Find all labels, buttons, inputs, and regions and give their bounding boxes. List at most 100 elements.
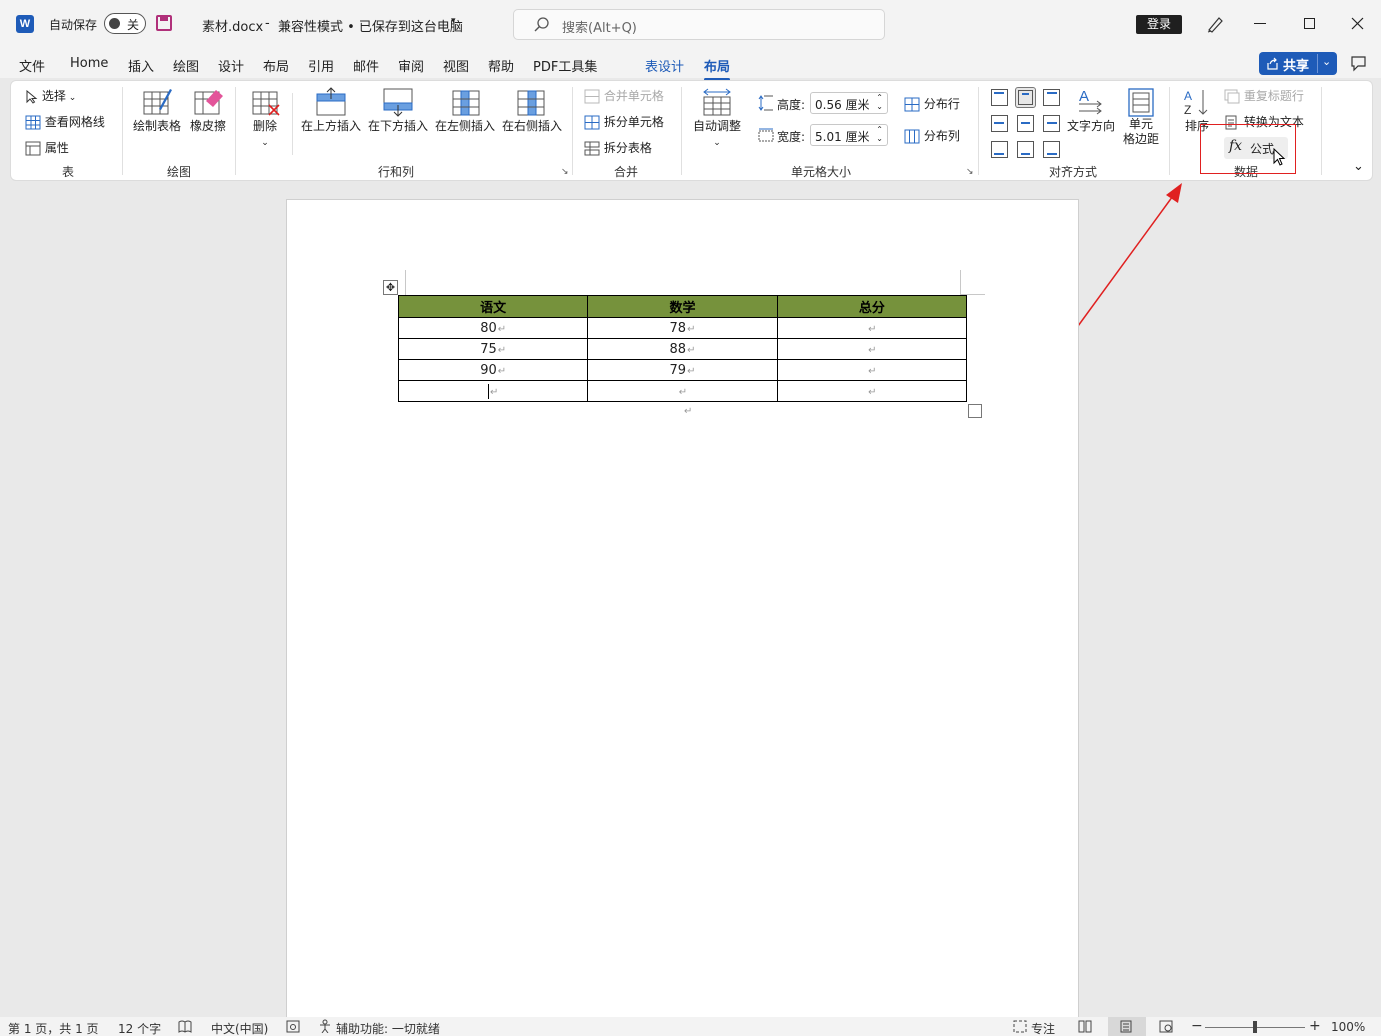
properties-button[interactable]: 属性 [25,139,69,156]
table-resize-handle[interactable] [968,404,982,418]
table-cell[interactable]: ↵ [776,317,968,339]
tab-design[interactable]: 设计 [218,56,244,75]
width-spinner[interactable]: 5.01 厘米 ⌃ ⌄ [810,124,888,146]
tab-help[interactable]: 帮助 [488,56,514,75]
repeat-header-rows-button[interactable]: 重复标题行 [1224,87,1304,104]
login-button[interactable]: 登录 [1136,15,1182,34]
zoom-in-button[interactable]: + [1309,1018,1321,1034]
score-table[interactable]: 语文 数学 总分 80↵ 78↵ ↵ 75↵ 88↵ ↵ 90↵ 79↵ ↵ ↵… [397,295,968,402]
insert-below-button[interactable]: 在下方插入 [366,87,430,134]
spin-down-icon[interactable]: ⌄ [876,102,883,111]
accessibility-icon[interactable] [318,1019,332,1033]
dialog-launcher-icon[interactable]: ↘ [561,167,569,177]
spin-up-icon[interactable]: ⌃ [876,125,883,134]
tab-layout[interactable]: 布局 [263,56,289,75]
align-center-right-icon[interactable] [1043,115,1060,132]
search-box[interactable]: 搜索(Alt+Q) [513,9,885,40]
header-cell[interactable]: 语文 [397,295,589,318]
tab-references[interactable]: 引用 [308,56,334,75]
split-table-button[interactable]: 拆分表格 [584,139,652,156]
chevron-down-icon[interactable]: ⌄ [1322,55,1331,68]
word-logo-icon[interactable]: W [16,15,34,33]
align-bottom-left-icon[interactable] [991,141,1008,158]
pen-icon[interactable] [1206,15,1224,33]
comment-pen-icon[interactable] [1350,55,1368,73]
proofing-book-icon[interactable] [178,1020,192,1033]
macro-icon[interactable] [286,1020,300,1033]
autofit-button[interactable]: 自动调整 ⌄ [687,87,747,148]
table-cell[interactable]: 90↵ [397,359,589,381]
select-button[interactable]: 选择 ⌄ [25,87,76,104]
cursor-icon [26,89,38,104]
tab-mailings[interactable]: 邮件 [353,56,379,75]
close-icon[interactable] [1351,17,1364,30]
chevron-down-icon[interactable]: ▾ [451,16,456,26]
delete-button[interactable]: 删除 ⌄ [243,87,287,148]
web-layout-icon[interactable] [1159,1020,1173,1033]
tab-draw[interactable]: 绘图 [173,56,199,75]
table-cell[interactable]: ↵ [397,380,589,402]
table-cell[interactable]: 78↵ [587,317,778,339]
zoom-slider-thumb[interactable] [1253,1021,1257,1033]
focus-mode[interactable]: 专注 [1031,1020,1055,1036]
insert-left-button[interactable]: 在左侧插入 [433,87,497,134]
align-top-left-icon[interactable] [991,89,1008,106]
maximize-button[interactable] [1304,18,1315,29]
zoom-out-button[interactable]: − [1191,1018,1203,1034]
draw-table-button[interactable]: 绘制表格 [131,87,183,134]
word-count[interactable]: 12 个字 [118,1020,161,1036]
text-direction-button[interactable]: A 文字方向 [1065,87,1117,134]
language-indicator[interactable]: 中文(中国) [211,1020,268,1036]
zoom-level[interactable]: 100% [1331,1020,1365,1034]
insert-right-button[interactable]: 在右侧插入 [500,87,564,134]
table-cell[interactable]: 88↵ [587,338,778,360]
align-top-center-icon[interactable] [1015,87,1036,108]
table-move-handle-icon[interactable]: ✥ [383,280,398,295]
align-bottom-center-icon[interactable] [1017,141,1034,158]
spin-up-icon[interactable]: ⌃ [876,93,883,102]
view-gridlines-button[interactable]: 查看网格线 [25,113,105,130]
table-cell[interactable]: 79↵ [587,359,778,381]
align-bottom-right-icon[interactable] [1043,141,1060,158]
tab-review[interactable]: 审阅 [398,56,424,75]
cell-margins-button[interactable]: 单元 格边距 [1119,87,1163,147]
dialog-launcher-icon[interactable]: ↘ [966,167,974,177]
tab-table-design[interactable]: 表设计 [645,56,684,75]
tab-view[interactable]: 视图 [443,56,469,75]
distribute-rows-button[interactable]: 分布行 [904,95,960,112]
focus-icon[interactable] [1013,1020,1027,1033]
distribute-columns-button[interactable]: 分布列 [904,127,960,144]
accessibility-status[interactable]: 辅助功能: 一切就绪 [336,1020,440,1036]
document-page[interactable]: ✥ 语文 数学 总分 80↵ 78↵ ↵ 75↵ 88↵ ↵ 90↵ 79↵ ↵… [286,199,1079,1036]
share-button[interactable]: 共享 ⌄ [1259,52,1337,75]
table-cell[interactable]: ↵ [776,338,968,360]
table-cell[interactable]: ↵ [776,359,968,381]
table-cell[interactable]: ↵ [587,380,778,402]
eraser-button[interactable]: 橡皮擦 [186,87,230,134]
split-cells-button[interactable]: 拆分单元格 [584,113,664,130]
header-cell[interactable]: 总分 [776,295,968,318]
page-count[interactable]: 第 1 页，共 1 页 [8,1020,99,1036]
merge-cells-button[interactable]: 合并单元格 [584,87,664,104]
save-icon[interactable] [156,15,172,31]
collapse-ribbon-icon[interactable]: ⌄ [1353,159,1364,174]
minimize-button[interactable] [1254,23,1266,24]
tab-pdf-tools[interactable]: PDF工具集 [533,56,597,75]
align-center-icon[interactable] [1017,115,1034,132]
table-cell[interactable]: 80↵ [397,317,589,339]
table-cell[interactable]: 75↵ [397,338,589,360]
spin-down-icon[interactable]: ⌄ [876,134,883,143]
header-cell[interactable]: 数学 [587,295,778,318]
read-mode-icon[interactable] [1078,1020,1092,1033]
align-top-right-icon[interactable] [1043,89,1060,106]
autosave-toggle[interactable]: 关 [104,13,146,34]
tab-file[interactable]: 文件 [19,56,45,75]
table-cell[interactable]: ↵ [776,380,968,402]
tab-insert[interactable]: 插入 [128,56,154,75]
save-status[interactable]: 兼容性模式 • 已保存到这台电脑 [278,16,463,35]
insert-above-button[interactable]: 在上方插入 [299,87,363,134]
tab-home[interactable]: Home [70,56,108,71]
height-spinner[interactable]: 0.56 厘米 ⌃ ⌄ [810,92,888,114]
align-center-left-icon[interactable] [991,115,1008,132]
tab-table-layout[interactable]: 布局 [704,56,731,81]
